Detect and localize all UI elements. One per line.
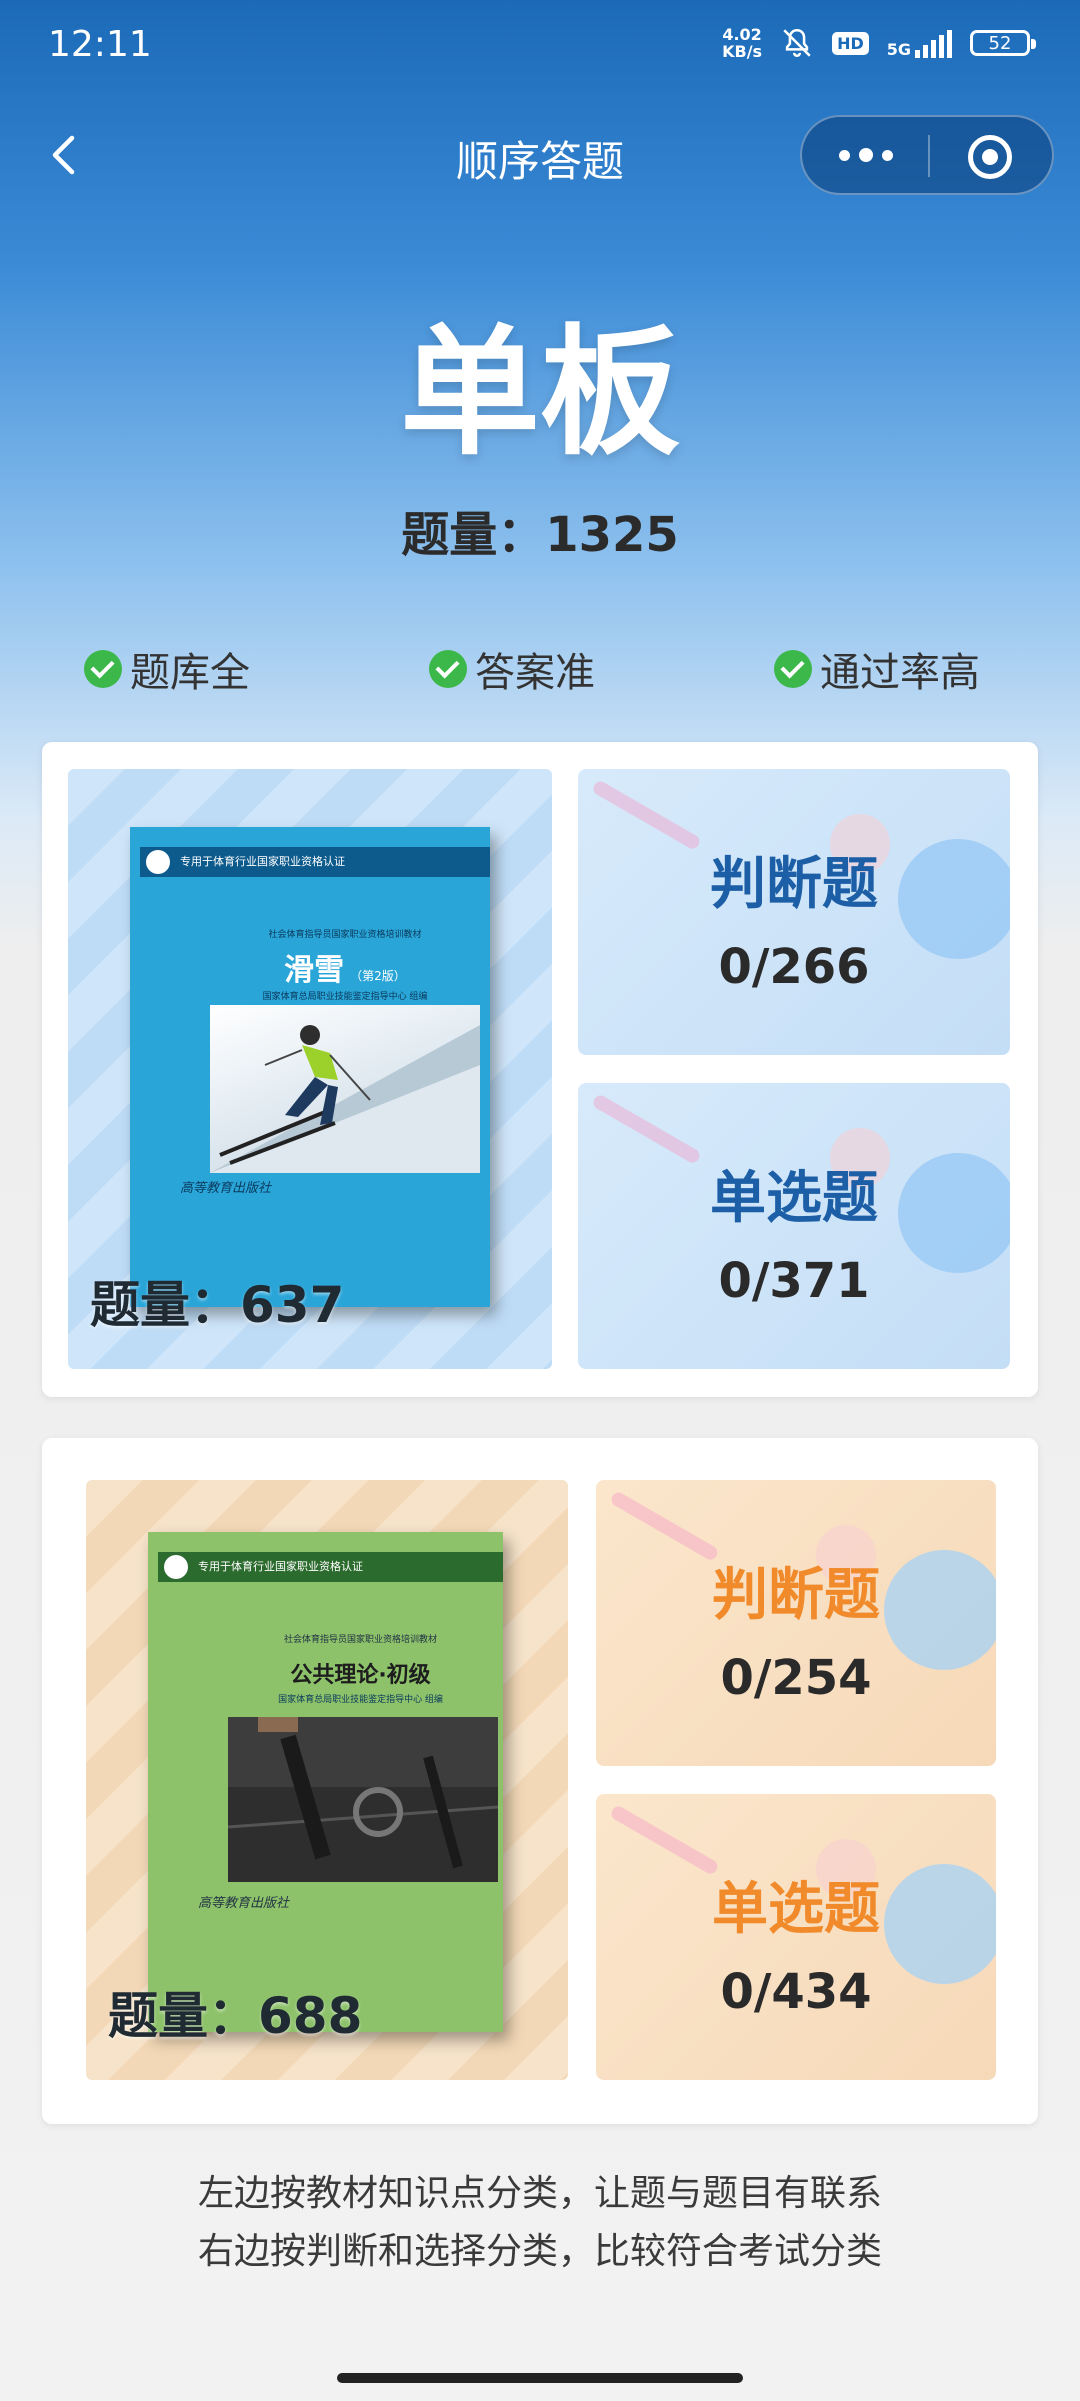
book-header: 专用于体育行业国家职业资格认证	[158, 1552, 503, 1582]
close-miniprogram-button[interactable]	[968, 135, 1012, 179]
book-org: 国家体育总局职业技能鉴定指导中心 组编	[262, 992, 428, 1002]
book-name: 滑雪 （第2版）	[284, 953, 406, 988]
more-dots-icon	[839, 149, 850, 161]
subject-title: 单板	[399, 312, 680, 475]
book-publisher: 高等教育出版社	[180, 1181, 272, 1196]
check-circle-icon	[774, 650, 812, 688]
check-circle-icon	[84, 650, 122, 688]
network-speed: 4.02 KB/s	[722, 25, 763, 61]
status-icons: 4.02 KB/s HD 5G 52	[722, 25, 1036, 61]
book-header: 专用于体育行业国家职业资格认证	[140, 847, 490, 877]
feature-list: 题库全 答案准 通过率高	[0, 640, 1080, 700]
skier-photo	[210, 1005, 480, 1173]
feature-item: 答案准	[429, 640, 595, 698]
true-false-button[interactable]: 判断题 0/254	[596, 1480, 996, 1766]
question-type-label: 判断题	[712, 1563, 880, 1628]
footer-note: 左边按教材知识点分类，让题与题目有联系 右边按判断和选择分类，比较符合考试分类	[197, 2173, 882, 2272]
home-indicator[interactable]	[337, 2373, 743, 2383]
check-circle-icon	[429, 650, 467, 688]
total-question-count: 题量：1325	[401, 507, 679, 563]
book-name: 公共理论·初级	[290, 1663, 431, 1688]
question-progress: 0/371	[718, 1253, 870, 1309]
textbook-question-count: 题量：688	[108, 1987, 363, 2045]
bell-muted-icon	[783, 28, 811, 57]
miniprogram-capsule	[800, 115, 1054, 195]
question-type-label: 判断题	[710, 852, 878, 917]
single-choice-button[interactable]: 单选题 0/434	[596, 1794, 996, 2080]
textbook-question-count: 题量：637	[90, 1276, 345, 1334]
textbook-button-ski[interactable]: 专用于体育行业国家职业资格认证 社会体育指导员国家职业资格培训教材 滑雪 （第2版…	[68, 769, 552, 1369]
more-button[interactable]	[834, 135, 898, 175]
gym-photo	[228, 1717, 498, 1882]
feature-item: 通过率高	[774, 640, 980, 698]
textbook-button-theory[interactable]: 专用于体育行业国家职业资格认证 社会体育指导员国家职业资格培训教材 公共理论·初…	[86, 1480, 568, 2080]
book-series: 社会体育指导员国家职业资格培训教材	[283, 1635, 437, 1645]
question-type-label: 单选题	[710, 1166, 878, 1231]
capsule-divider	[928, 135, 930, 177]
nav-bar: 顺序答题	[0, 110, 1080, 202]
cellular-signal-icon: 5G	[887, 28, 952, 58]
question-progress: 0/266	[718, 939, 870, 995]
question-type-label: 单选题	[712, 1877, 880, 1942]
true-false-button[interactable]: 判断题 0/266	[578, 769, 1010, 1055]
status-bar: 12:11 4.02 KB/s HD 5G 52	[0, 0, 1080, 95]
book-cover: 专用于体育行业国家职业资格认证 社会体育指导员国家职业资格培训教材 滑雪 （第2版…	[130, 827, 490, 1307]
hd-badge: HD	[832, 31, 869, 55]
section-card-theory: 专用于体育行业国家职业资格认证 社会体育指导员国家职业资格培训教材 公共理论·初…	[42, 1438, 1038, 2124]
book-publisher: 高等教育出版社	[198, 1896, 290, 1911]
status-time: 12:11	[48, 24, 152, 65]
book-cover: 专用于体育行业国家职业资格认证 社会体育指导员国家职业资格培训教材 公共理论·初…	[148, 1532, 503, 2032]
battery-icon: 52	[970, 30, 1036, 56]
question-progress: 0/254	[720, 1650, 872, 1706]
single-choice-button[interactable]: 单选题 0/371	[578, 1083, 1010, 1369]
question-progress: 0/434	[720, 1964, 872, 2020]
feature-item: 题库全	[84, 640, 250, 698]
book-org: 国家体育总局职业技能鉴定指导中心 组编	[278, 1695, 443, 1705]
book-series: 社会体育指导员国家职业资格培训教材	[268, 930, 422, 940]
section-card-ski: 专用于体育行业国家职业资格认证 社会体育指导员国家职业资格培训教材 滑雪 （第2版…	[42, 742, 1038, 1397]
